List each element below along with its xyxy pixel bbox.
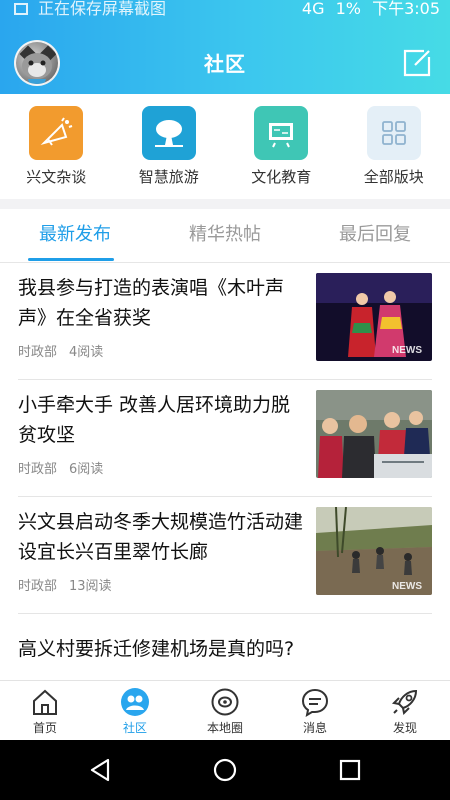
compose-icon[interactable] <box>402 48 432 78</box>
article-reads: 4阅读 <box>69 345 104 360</box>
nav-label: 社区 <box>122 721 147 735</box>
top-area: 正在保存屏幕截图 4G 1% 下午3:05 社区 <box>0 0 450 94</box>
article-title: 小手牵大手 改善人居环境助力脱贫攻坚 <box>18 394 291 446</box>
screenshot-icon <box>14 3 28 15</box>
section-xingwen-chat[interactable]: 兴文杂谈 <box>0 94 113 199</box>
recents-icon[interactable] <box>336 756 364 784</box>
rocket-icon <box>391 689 418 716</box>
battery-label: 1% <box>335 0 361 18</box>
network-label: 4G <box>301 0 325 18</box>
megaphone-icon <box>29 106 84 160</box>
svg-text:NEWS: NEWS <box>392 345 422 356</box>
tab-label: 精华热帖 <box>189 224 261 245</box>
status-notification: 正在保存屏幕截图 <box>14 0 166 19</box>
list-item[interactable]: 我县参与打造的表演唱《木叶声声》在全省获奖 时政部 4阅读 NEWS <box>18 263 432 380</box>
article-thumbnail: NEWS <box>316 273 432 361</box>
message-icon <box>301 688 329 717</box>
local-circle-icon <box>211 688 239 716</box>
nav-label: 消息 <box>302 721 327 735</box>
page-title: 社区 <box>204 52 246 76</box>
divider <box>0 199 450 209</box>
section-label: 文化教育 <box>251 168 312 186</box>
tree-icon <box>141 106 196 160</box>
back-icon[interactable] <box>86 756 114 784</box>
section-all-boards[interactable]: 全部版块 <box>338 94 450 199</box>
article-reads: 6阅读 <box>69 462 104 477</box>
grid-icon <box>366 106 421 160</box>
bottom-nav: 首页 社区 本地圈 消息 发现 <box>0 680 450 740</box>
community-icon <box>121 688 149 716</box>
article-meta: 时政部 4阅读 <box>18 341 103 360</box>
nav-label: 发现 <box>392 721 417 735</box>
article-reads: 13阅读 <box>69 579 112 594</box>
section-smart-travel[interactable]: 智慧旅游 <box>113 94 226 199</box>
nav-discover[interactable]: 发现 <box>360 681 450 740</box>
section-culture-education[interactable]: 文化教育 <box>225 94 338 199</box>
list-item[interactable]: 兴文县启动冬季大规模造竹活动建设宜长兴百里翠竹长廊 时政部 13阅读 NEWS <box>18 497 432 614</box>
home-icon <box>33 689 57 715</box>
tab-featured[interactable]: 精华热帖 <box>150 209 300 262</box>
nav-home[interactable]: 首页 <box>0 681 90 740</box>
clock: 下午3:05 <box>372 0 440 18</box>
system-nav-bar <box>0 740 450 800</box>
article-meta: 时政部 13阅读 <box>18 575 112 594</box>
section-label: 全部版块 <box>363 168 424 186</box>
tab-bar: 最新发布 精华热帖 最后回复 <box>0 209 450 263</box>
article-source: 时政部 <box>18 579 58 594</box>
tab-label: 最后回复 <box>339 224 411 245</box>
article-title: 我县参与打造的表演唱《木叶声声》在全省获奖 <box>18 277 285 329</box>
article-meta: 时政部 6阅读 <box>18 458 103 477</box>
tab-label: 最新发布 <box>39 224 111 245</box>
screen: 正在保存屏幕截图 4G 1% 下午3:05 社区 兴文杂谈 智慧旅游 文化教育 … <box>0 0 450 800</box>
article-title: 兴文县启动冬季大规模造竹活动建设宜长兴百里翠竹长廊 <box>18 511 304 563</box>
nav-label: 本地圈 <box>206 721 243 735</box>
header: 社区 <box>0 30 450 94</box>
section-label: 兴文杂谈 <box>26 168 87 186</box>
article-title: 高义村要拆迁修建机场是真的吗? <box>18 638 295 660</box>
tab-indicator <box>28 258 114 261</box>
nav-label: 首页 <box>32 721 57 735</box>
section-grid: 兴文杂谈 智慧旅游 文化教育 全部版块 <box>0 94 450 199</box>
status-right: 4G 1% 下午3:05 <box>296 0 440 19</box>
svg-text:NEWS: NEWS <box>392 581 422 592</box>
section-label: 智慧旅游 <box>138 168 199 186</box>
article-thumbnail: NEWS <box>316 507 432 595</box>
nav-local-circle[interactable]: 本地圈 <box>180 681 270 740</box>
notification-text: 正在保存屏幕截图 <box>38 0 167 18</box>
tab-last-reply[interactable]: 最后回复 <box>300 209 450 262</box>
nav-community[interactable]: 社区 <box>90 681 180 740</box>
article-source: 时政部 <box>18 345 58 360</box>
blackboard-icon <box>254 106 309 160</box>
tab-latest[interactable]: 最新发布 <box>0 209 150 262</box>
list-item[interactable]: 高义村要拆迁修建机场是真的吗? <box>18 624 432 680</box>
list-item[interactable]: 小手牵大手 改善人居环境助力脱贫攻坚 时政部 6阅读 <box>18 380 432 497</box>
status-bar: 正在保存屏幕截图 4G 1% 下午3:05 <box>0 0 450 30</box>
nav-messages[interactable]: 消息 <box>270 681 360 740</box>
article-thumbnail <box>316 390 432 478</box>
home-button-icon[interactable] <box>211 756 239 784</box>
article-source: 时政部 <box>18 462 58 477</box>
